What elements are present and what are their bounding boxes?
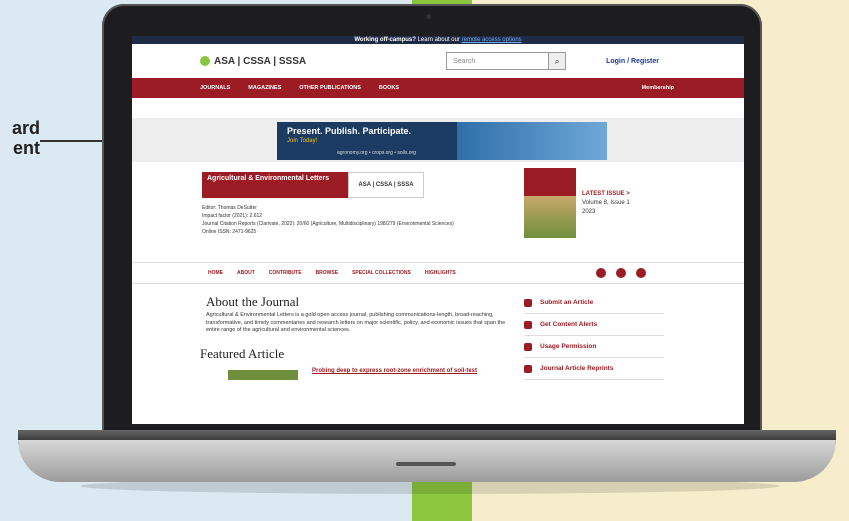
society-logo[interactable]: ASA | CSSA | SSSA [200,56,306,67]
ad-headline: Present. Publish. Participate. [287,126,412,136]
nav-membership[interactable]: Membership [642,85,674,91]
rss-icon[interactable] [636,268,646,278]
about-section: About the Journal Agricultural & Environ… [132,284,744,394]
ad-urls: agronomy.org • crops.org • soils.org [337,150,416,156]
subnav-special-collections[interactable]: SPECIAL COLLECTIONS [352,270,411,276]
nav-magazines[interactable]: MAGAZINES [248,85,281,91]
subnav-home[interactable]: HOME [208,270,223,276]
action-usage-permission[interactable]: Usage Permission [524,336,664,358]
journal-cover[interactable] [524,168,576,238]
journal-actions: Submit an Article Get Content Alerts Usa… [524,292,664,380]
journal-header: Agricultural & Environmental Letters ASA… [132,162,744,262]
laptop-notch [396,462,456,466]
subnav-contribute[interactable]: CONTRIBUTE [269,270,302,276]
submit-icon [524,298,532,307]
featured-heading: Featured Article [200,346,285,361]
subnav-highlights[interactable]: HIGHLIGHTS [425,270,456,276]
laptop-base [18,440,836,482]
action-alerts-label: Get Content Alerts [540,321,598,328]
ad-banner[interactable]: Present. Publish. Participate. Join Toda… [277,122,607,160]
topbar-text: Learn about our [417,37,460,43]
search-input[interactable]: Search ⌕ [446,52,567,70]
nav-books[interactable]: BOOKS [379,85,399,91]
login-register-link[interactable]: Login / Register [606,58,659,65]
about-heading: About the Journal [206,294,300,309]
featured-image[interactable] [228,370,298,380]
journal-meta: Editor: Thomas DeSutter Impact factor (2… [202,204,454,236]
bell-icon [524,320,532,329]
action-submit-article[interactable]: Submit an Article [524,292,664,314]
ad-photo [457,122,607,160]
ad-cta: Join Today! [287,138,318,144]
subnav-browse[interactable]: BROWSE [316,270,339,276]
latest-issue: LATEST ISSUE > Volume 8, Issue 1 2023 [582,190,630,217]
twitter-icon[interactable] [616,268,626,278]
journal-nav: HOME ABOUT CONTRIBUTE BROWSE SPECIAL COL… [132,262,744,284]
journal-editor: Editor: Thomas DeSutter [202,205,257,211]
about-body: Agricultural & Environmental Letters is … [206,312,506,333]
action-submit-label: Submit an Article [540,299,594,306]
journal-issn: Online ISSN: 2471-9625 [202,229,257,235]
remote-access-link[interactable]: remote access options [462,37,522,43]
callout-line-1: ard [11,118,40,138]
copyright-icon [524,342,532,351]
social-icons [596,268,646,278]
topbar-lead: Working off-campus? [354,37,416,43]
latest-issue-volume: Volume 8, Issue 1 [582,200,630,206]
nav-other-publications[interactable]: OTHER PUBLICATIONS [299,85,361,91]
site-header: ASA | CSSA | SSSA Search ⌕ Login / Regis… [132,44,744,78]
nav-journals[interactable]: JOURNALS [200,85,230,91]
journal-brand: ASA | CSSA | SSSA [348,172,424,198]
action-content-alerts[interactable]: Get Content Alerts [524,314,664,336]
latest-issue-link[interactable]: LATEST ISSUE > [582,191,630,197]
remote-access-bar: Working off-campus? Learn about our remo… [132,36,744,44]
callout-text: ard ent [0,118,40,158]
journal-title-banner[interactable]: Agricultural & Environmental Letters [202,172,348,198]
logo-icon [200,56,210,66]
latest-issue-year: 2023 [582,209,596,215]
action-permission-label: Usage Permission [540,343,597,350]
camera-icon [426,14,431,19]
action-article-reprints[interactable]: Journal Article Reprints [524,358,664,380]
action-reprints-label: Journal Article Reprints [540,365,614,372]
main-nav: JOURNALS MAGAZINES OTHER PUBLICATIONS BO… [132,78,744,98]
subnav-about[interactable]: ABOUT [237,270,255,276]
featured-article-link[interactable]: Probing deep to express root-zone enrich… [312,368,477,374]
search-icon[interactable]: ⌕ [548,52,567,70]
search-placeholder: Search [453,58,476,65]
laptop-screen: Working off-campus? Learn about our remo… [132,36,744,424]
journal-impact: Impact factor (2021): 2.612 [202,213,263,219]
advertisement-bar: Present. Publish. Participate. Join Toda… [132,118,744,162]
book-icon [524,364,532,373]
journal-title: Agricultural & Environmental Letters [207,175,330,182]
journal-jcr: Journal Citation Reports (Clarivate, 202… [202,221,454,227]
callout-line-2: ent [13,138,40,158]
logo-text: ASA | CSSA | SSSA [214,55,307,67]
info-icon[interactable] [596,268,606,278]
